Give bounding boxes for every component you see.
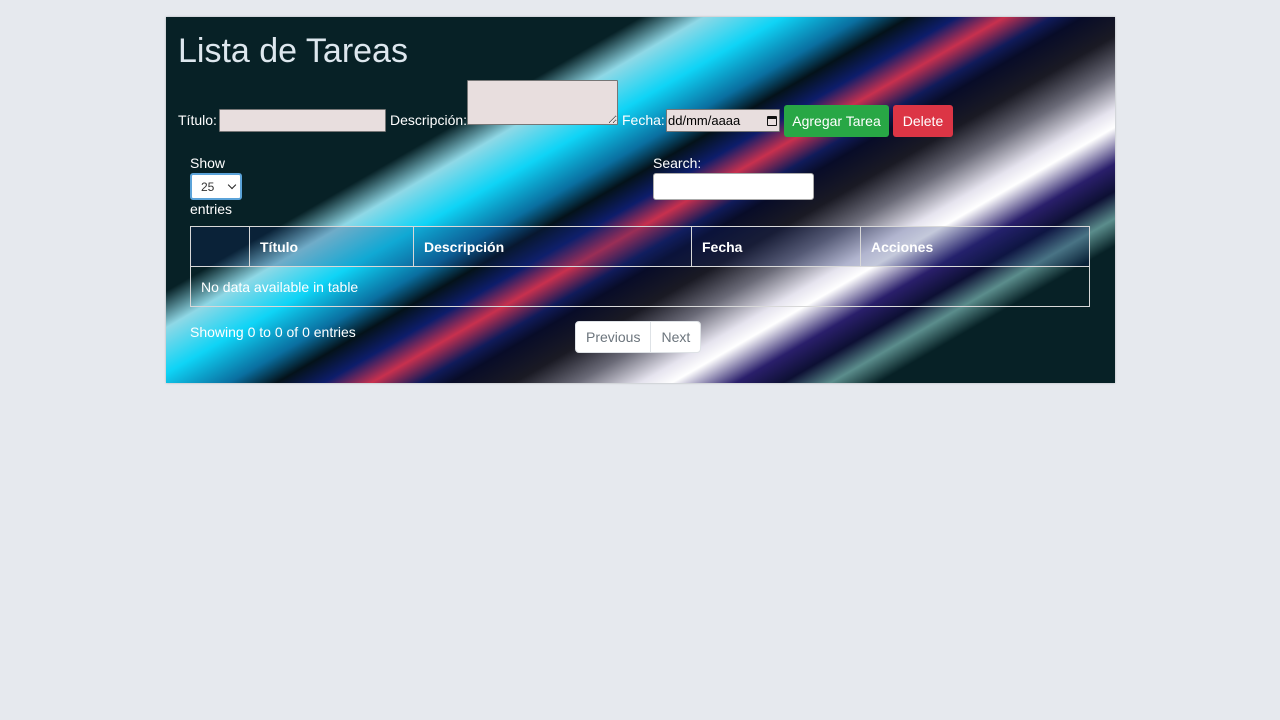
table-row: No data available in table bbox=[190, 266, 1090, 307]
titulo-label: Título: bbox=[178, 112, 217, 128]
descripcion-label: Descripción: bbox=[390, 112, 468, 128]
length-label-show: Show bbox=[190, 155, 226, 171]
column-header-index[interactable] bbox=[190, 226, 250, 267]
agregar-tarea-button[interactable]: Agregar Tarea bbox=[784, 105, 889, 137]
search-input[interactable] bbox=[653, 173, 814, 200]
column-header-acciones[interactable]: Acciones bbox=[860, 226, 1090, 267]
table-info: Showing 0 to 0 of 0 entries bbox=[190, 324, 356, 340]
fecha-placeholder: dd/mm/aaaa bbox=[668, 113, 741, 128]
column-header-titulo[interactable]: Título bbox=[249, 226, 414, 267]
calendar-icon[interactable] bbox=[767, 115, 777, 126]
empty-table-message: No data available in table bbox=[190, 266, 1090, 307]
fecha-date-input[interactable]: dd/mm/aaaa bbox=[666, 109, 780, 132]
column-header-descripcion[interactable]: Descripción bbox=[413, 226, 692, 267]
column-header-fecha[interactable]: Fecha bbox=[691, 226, 861, 267]
pagination: Previous Next bbox=[575, 321, 702, 353]
page-title: Lista de Tareas bbox=[178, 32, 408, 70]
table-header-row: Título Descripción Fecha Acciones bbox=[190, 226, 1090, 267]
search-label: Search: bbox=[653, 155, 702, 171]
entries-per-page-select[interactable]: 25 bbox=[190, 173, 242, 200]
entries-per-page-value: 25 bbox=[201, 179, 215, 194]
next-page-button[interactable]: Next bbox=[650, 322, 700, 352]
delete-button[interactable]: Delete bbox=[893, 105, 953, 137]
tasks-table: Título Descripción Fecha Acciones No dat… bbox=[190, 226, 1090, 307]
chevron-down-icon bbox=[227, 180, 237, 190]
fecha-label: Fecha: bbox=[622, 112, 665, 128]
descripcion-textarea[interactable] bbox=[467, 80, 618, 125]
length-label-entries: entries bbox=[190, 201, 233, 217]
previous-page-button[interactable]: Previous bbox=[576, 322, 650, 352]
todo-panel: Lista de Tareas Título: Descripción: Fec… bbox=[166, 17, 1115, 383]
titulo-input[interactable] bbox=[219, 109, 386, 132]
